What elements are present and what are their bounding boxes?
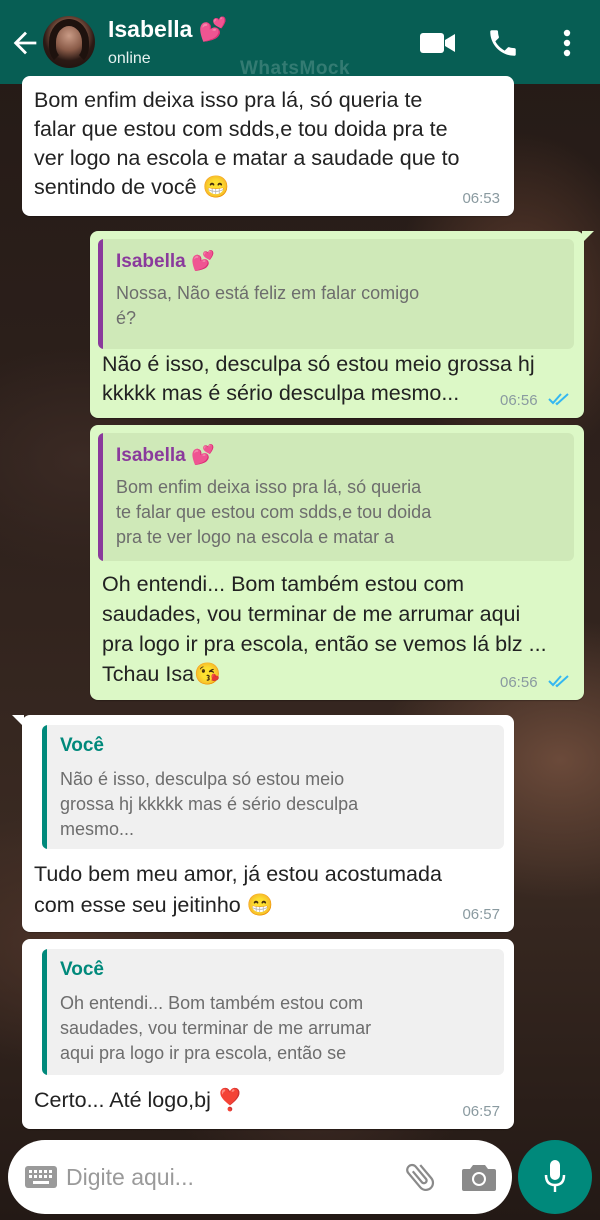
double-check-icon bbox=[548, 675, 569, 688]
quote-author: Você bbox=[60, 959, 105, 980]
camera-icon[interactable] bbox=[460, 1160, 498, 1194]
quoted-message[interactable]: Isabella 💕 Bom enfim deixa isso pra lá, … bbox=[98, 433, 574, 561]
contact-status: online bbox=[108, 50, 151, 67]
quoted-message[interactable]: Você Oh entendi... Bom também estou com … bbox=[42, 949, 504, 1075]
bubble-tail bbox=[582, 231, 594, 243]
message-input-bar[interactable]: Digite aqui... bbox=[8, 1140, 512, 1214]
quoted-message[interactable]: Você Não é isso, desculpa só estou meio … bbox=[42, 725, 504, 849]
quote-bar bbox=[98, 433, 103, 561]
quote-bar bbox=[42, 949, 47, 1075]
message-time: 06:57 bbox=[462, 1103, 500, 1120]
quote-text: Oh entendi... Bom também estou com sauda… bbox=[60, 993, 372, 1063]
message-text: Bom enfim deixa isso pra lá, só queria t… bbox=[34, 88, 460, 199]
bubble-tail bbox=[12, 715, 24, 727]
message-input[interactable]: Digite aqui... bbox=[66, 1164, 194, 1191]
video-call-icon[interactable] bbox=[418, 26, 458, 60]
phone-icon[interactable] bbox=[486, 26, 520, 60]
message-time: 06:56 bbox=[500, 674, 538, 691]
quote-text: Bom enfim deixa isso pra lá, só queria t… bbox=[116, 477, 432, 547]
mic-icon bbox=[544, 1160, 566, 1192]
message-text: Tudo bem meu amor, já estou acostumada c… bbox=[34, 862, 442, 917]
contact-name[interactable]: Isabella 💕 bbox=[108, 16, 227, 43]
message-outgoing[interactable]: Isabella 💕 Nossa, Não está feliz em fala… bbox=[90, 231, 594, 418]
quote-author: Isabella 💕 bbox=[116, 445, 215, 466]
attach-icon[interactable] bbox=[402, 1158, 438, 1196]
mic-button[interactable] bbox=[518, 1140, 592, 1214]
message-time: 06:53 bbox=[462, 190, 500, 207]
quote-author: Isabella 💕 bbox=[116, 251, 215, 272]
quote-bar bbox=[42, 725, 47, 849]
avatar[interactable] bbox=[43, 16, 95, 68]
more-vert-icon[interactable] bbox=[556, 26, 578, 60]
double-check-icon bbox=[548, 393, 569, 406]
quote-text: Nossa, Não está feliz em falar comigo é? bbox=[116, 283, 420, 328]
message-time: 06:57 bbox=[462, 906, 500, 923]
message-outgoing[interactable]: Isabella 💕 Bom enfim deixa isso pra lá, … bbox=[90, 425, 584, 700]
quote-text: Não é isso, desculpa só estou meio gross… bbox=[60, 769, 359, 839]
message-incoming[interactable]: Bom enfim deixa isso pra lá, só queria t… bbox=[22, 76, 514, 216]
message-time: 06:56 bbox=[500, 392, 538, 409]
chat-header: Isabella 💕 online WhatsMock bbox=[0, 0, 600, 84]
message-text: Oh entendi... Bom também estou com sauda… bbox=[102, 572, 547, 686]
message-incoming[interactable]: Você Oh entendi... Bom também estou com … bbox=[22, 939, 514, 1129]
quoted-message[interactable]: Isabella 💕 Nossa, Não está feliz em fala… bbox=[98, 239, 574, 349]
message-incoming[interactable]: Você Não é isso, desculpa só estou meio … bbox=[12, 715, 514, 932]
quote-bar bbox=[98, 239, 103, 349]
quote-author: Você bbox=[60, 735, 105, 756]
back-arrow-icon[interactable] bbox=[8, 26, 42, 60]
message-text: Certo... Até logo,bj ❣️ bbox=[34, 1088, 244, 1112]
keyboard-icon[interactable] bbox=[24, 1164, 58, 1190]
